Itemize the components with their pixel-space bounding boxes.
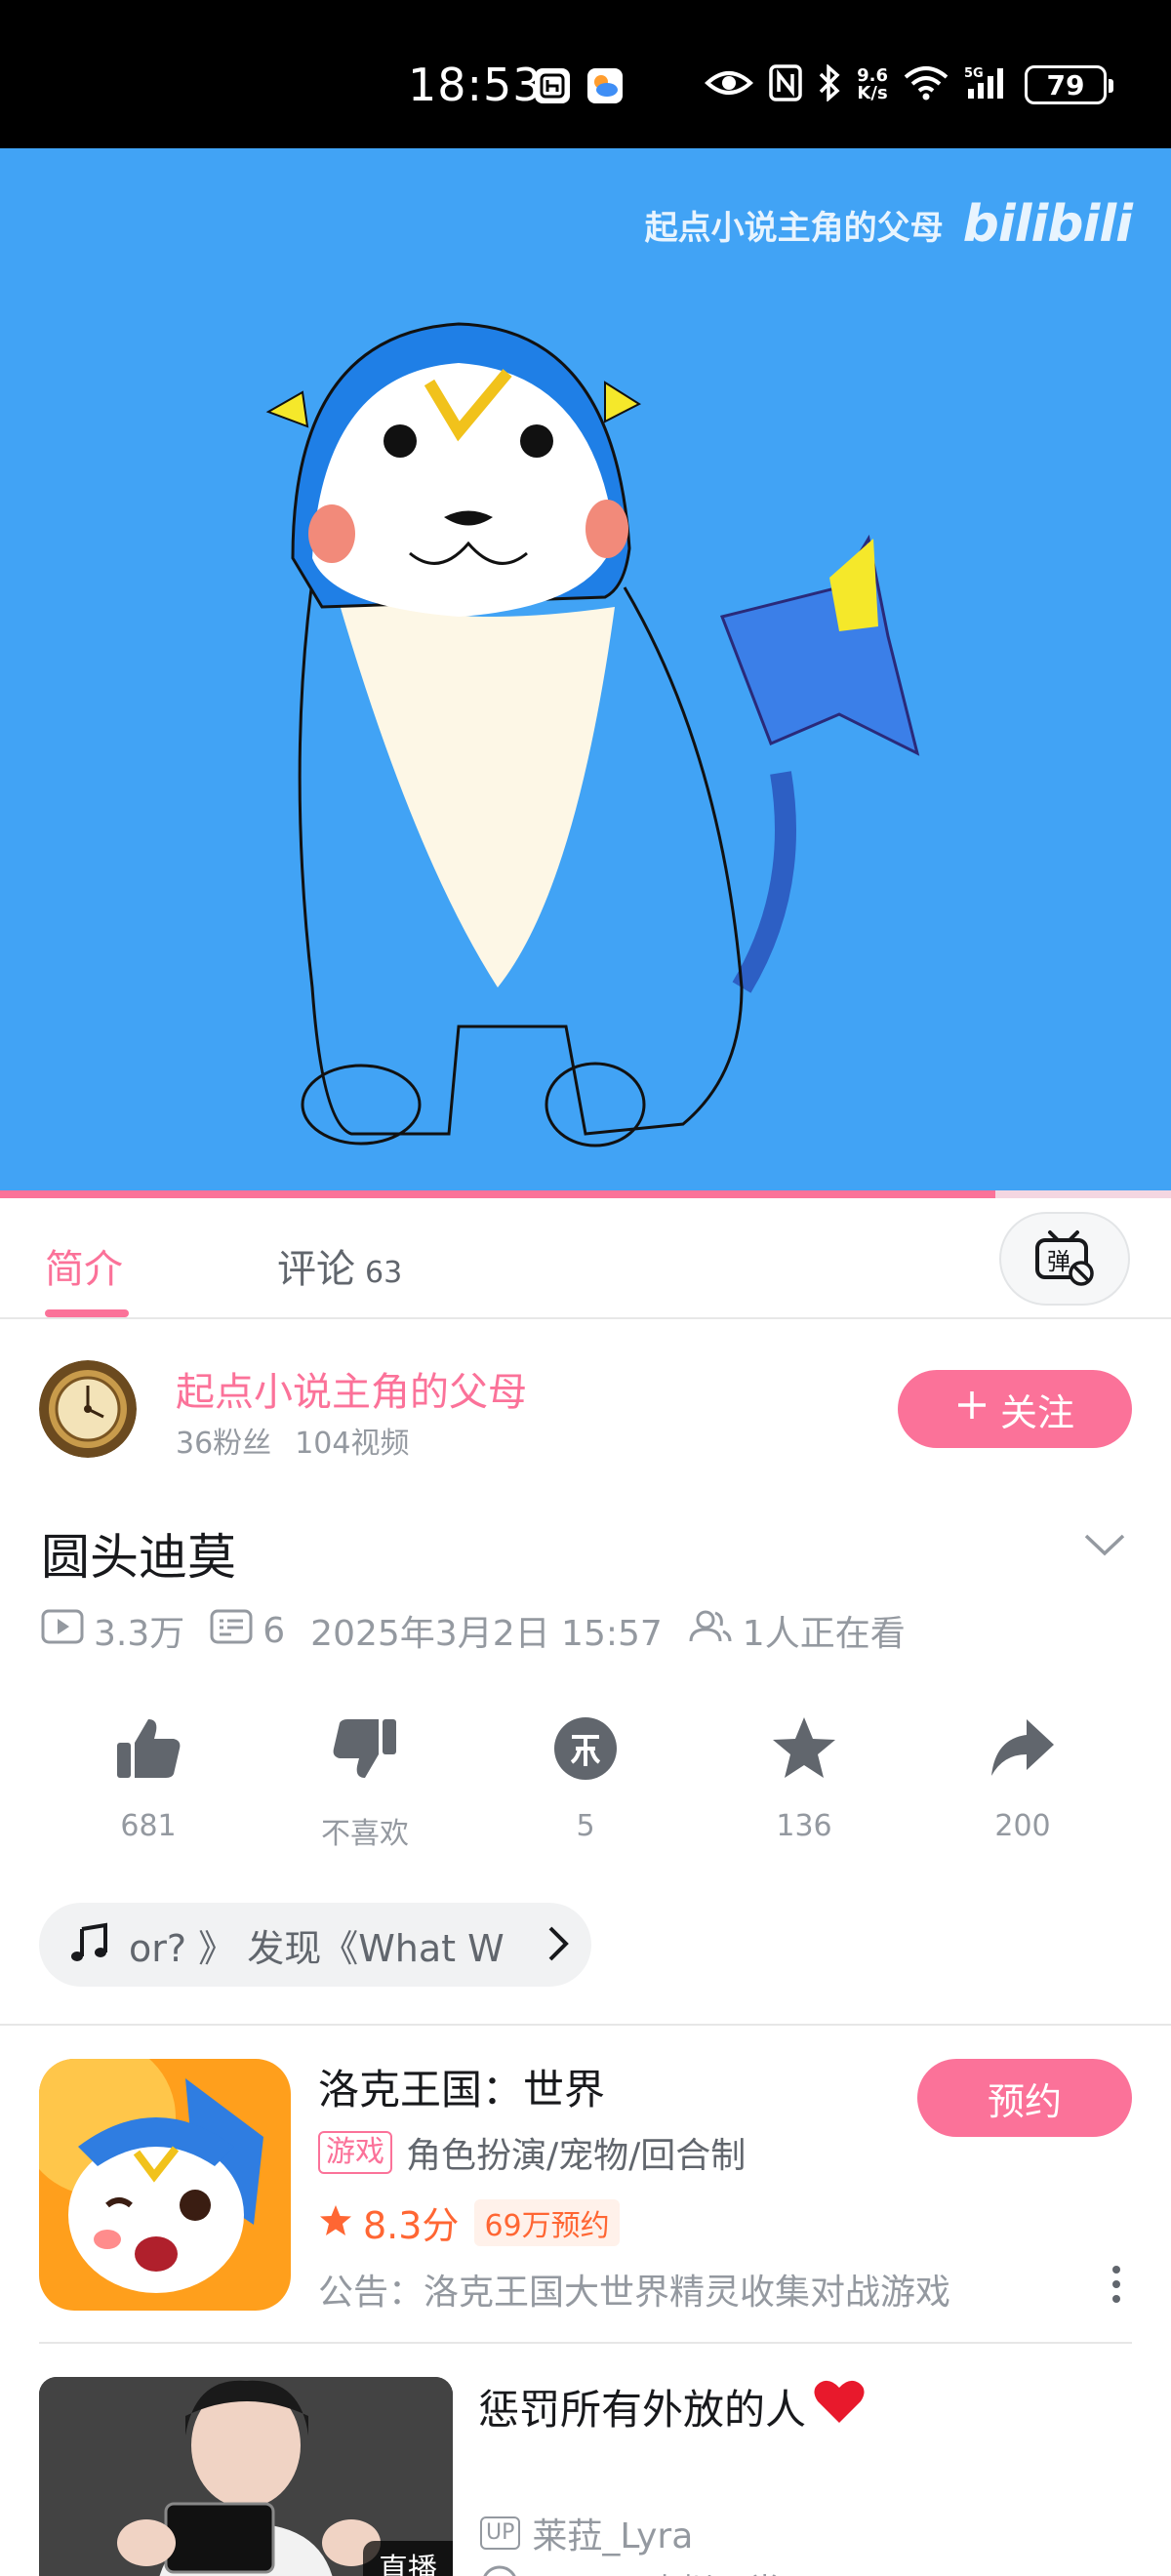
star-icon [318,2203,353,2242]
game-tags-row: 游戏 角色扮演/宠物/回合制 [318,2127,746,2178]
watching-now: 1人正在看 [688,1605,906,1656]
battery-indicator: 79 [1025,65,1113,104]
coin-button[interactable]: 5 [488,1713,683,1843]
game-badge: 游戏 [318,2131,392,2174]
game-genres: 角色扮演/宠物/回合制 [406,2136,747,2176]
dislike-button[interactable]: 不喜欢 [267,1713,463,1852]
section-divider [0,2024,1171,2026]
danmaku-count: 6 [210,1609,285,1653]
heart-icon [812,2378,867,2436]
status-time: 18:53 [408,59,543,111]
game-rating-row: 8.3分 69万预约 [318,2195,620,2249]
share-button[interactable]: 200 [925,1713,1120,1843]
game-notice: 公告：洛克王国大世界精灵收集对战游戏 [318,2273,951,2313]
related-video-stats: 2.6万 · 虚拟日常 [480,2564,782,2576]
tab-intro[interactable]: 简介 [45,1237,123,1294]
coin-icon [550,1713,621,1788]
dislike-icon [330,1713,400,1788]
reservation-count: 69万预约 [474,2198,620,2246]
chevron-down-icon[interactable] [1083,1532,1126,1561]
notification-app-icon [535,68,570,103]
danmaku-off-icon: 弹 [1032,1227,1097,1291]
uploader-stats: 36粉丝 104视频 [176,1419,409,1462]
background-music-chip[interactable]: or? 》 发现《What W [39,1903,591,1987]
play-count-icon [480,2564,519,2576]
live-badge: 直播 [363,2541,453,2576]
chevron-right-icon [546,1924,570,1967]
uploader-avatar[interactable] [39,1360,137,1458]
network-speed: 9.6 K/s [857,65,888,103]
favorite-button[interactable]: 136 [707,1713,902,1843]
svg-text:5G: 5G [964,66,984,81]
play-count-icon [41,1609,84,1653]
music-note-icon [68,1921,111,1968]
svg-text:弹: 弹 [1047,1248,1070,1275]
video-player[interactable]: 起点小说主角的父母 bilibili [0,148,1171,1194]
like-icon [113,1713,183,1788]
related-video-uploader[interactable]: UP 莱菈_Lyra [480,2508,693,2558]
danmaku-count-icon [210,1609,253,1653]
follow-label: 关注 [999,1390,1074,1434]
status-indicators: 9.6 K/s 5G 79 [705,60,1113,109]
status-bar: 18:53 9.6 K/s 5G 79 [0,0,1171,148]
game-rating: 8.3分 [363,2204,460,2247]
uploader-video-count: 104视频 [295,1427,410,1461]
video-action-row: 681 不喜欢 5 136 200 [0,1713,1171,1852]
publish-date: 2025年3月2日 15:57 [310,1614,663,1654]
reserve-button[interactable]: 预约 [917,2059,1132,2137]
detail-tabs: 简介 评论 63 弹 [0,1198,1171,1319]
more-options-icon[interactable] [1110,2266,1122,2303]
up-tag: UP [480,2516,521,2550]
wifi-icon [904,65,949,104]
related-uploader-name: 莱菈_Lyra [532,2516,694,2556]
plus-icon [955,1388,989,1430]
video-progress-fill [0,1190,995,1198]
section-divider [39,2342,1132,2344]
notification-weather-icon [587,68,623,103]
video-frame-illustration [265,322,920,1147]
follow-button[interactable]: 关注 [898,1370,1132,1448]
nfc-icon [769,64,802,105]
uploader-fans: 36粉丝 [176,1427,272,1461]
cellular-signal-icon: 5G [964,65,1009,104]
eye-comfort-icon [705,67,754,102]
video-progress-bar[interactable] [0,1190,1171,1198]
music-title: or? 》 发现《What W [129,1926,505,1970]
uploader-name[interactable]: 起点小说主角的父母 [176,1360,527,1417]
video-title: 圆头迪莫 [41,1529,236,1586]
related-video-title[interactable]: 惩罚所有外放的人 [478,2377,867,2436]
game-name[interactable]: 洛克王国：世界 [318,2057,605,2116]
related-video-thumbnail[interactable]: 直播 [39,2377,453,2576]
game-app-icon[interactable] [39,2059,291,2311]
comment-count: 63 [365,1256,403,1290]
uploader-section: 起点小说主角的父母 36粉丝 104视频 关注 [0,1319,1171,1485]
video-stats: 3.3万 6 2025年3月2日 15:57 1人正在看 [41,1606,931,1655]
tab-comments[interactable]: 评论 63 [277,1237,402,1294]
share-icon [988,1713,1058,1788]
viewers-icon [688,1608,733,1654]
bluetooth-icon [818,63,841,105]
view-count: 3.3万 [41,1605,184,1656]
active-tab-indicator [45,1309,129,1317]
like-button[interactable]: 681 [51,1713,246,1843]
danmaku-toggle-button[interactable]: 弹 [999,1212,1130,1306]
favorite-icon [769,1713,839,1788]
